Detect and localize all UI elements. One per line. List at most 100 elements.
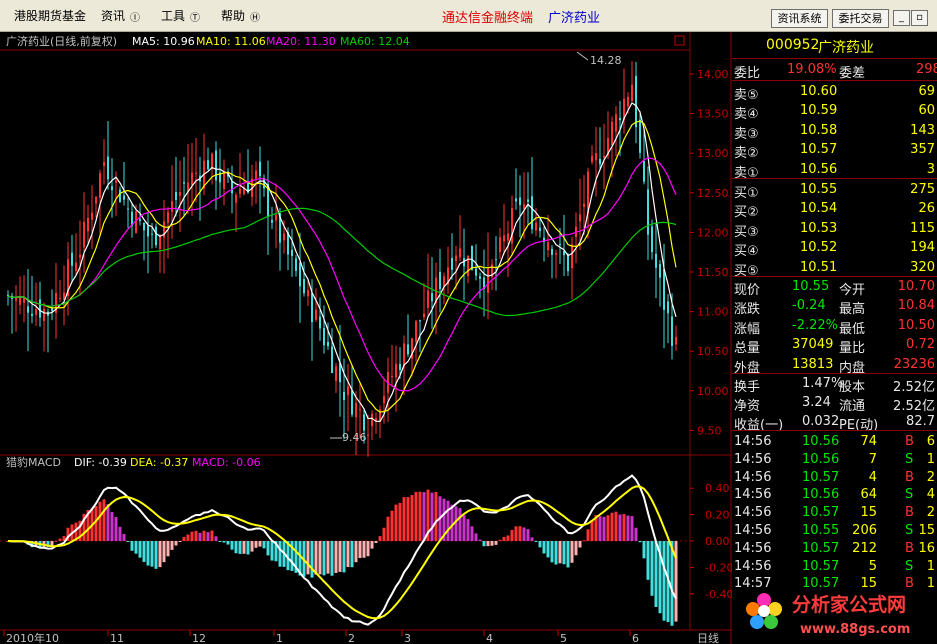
- candle-body: [403, 343, 405, 367]
- macd-tick-label: 0.20: [705, 509, 730, 522]
- macd-bar: [138, 541, 142, 558]
- candle-body: [667, 301, 669, 314]
- macd-bar: [118, 526, 122, 541]
- macd-bar: [610, 512, 614, 541]
- candle-body: [87, 217, 89, 232]
- x-axis-label: 5: [560, 632, 567, 644]
- macd-bar: [498, 539, 502, 541]
- macd-bar: [554, 541, 558, 565]
- candle-body: [407, 344, 409, 355]
- macd-bar: [238, 541, 242, 554]
- candle-body: [283, 233, 285, 241]
- bid-row: 买③ 10.53 115: [734, 220, 935, 240]
- candle-body: [503, 235, 505, 242]
- candle-body: [571, 244, 573, 269]
- price-tick-label: 10.00: [697, 385, 729, 398]
- candle-body: [455, 255, 457, 262]
- macd-tick-label: -0.20: [705, 561, 732, 574]
- kline-title: 广济药业(日线,前复权): [6, 34, 117, 48]
- candle-body: [299, 262, 301, 287]
- macd-bar: [562, 541, 566, 565]
- macd-bar: [582, 540, 586, 542]
- news-system-button[interactable]: 资讯系统: [771, 9, 828, 28]
- candle-body: [39, 299, 41, 318]
- macd-bar: [314, 541, 318, 575]
- macd-bar: [262, 541, 266, 549]
- macd-bar: [522, 527, 526, 541]
- macd-bar: [266, 541, 270, 556]
- trade-button[interactable]: 委托交易: [832, 9, 889, 28]
- macd-bar: [162, 541, 166, 563]
- restore-icon[interactable]: ▫: [911, 10, 928, 26]
- minimize-icon[interactable]: _: [893, 10, 910, 26]
- macd-bar: [410, 495, 414, 541]
- candle-body: [303, 279, 305, 294]
- period-label[interactable]: 日线: [697, 631, 719, 644]
- macd-bar: [494, 541, 498, 545]
- bid-row: 买① 10.55 275: [734, 182, 935, 201]
- candle-body: [531, 196, 533, 230]
- candle-body: [391, 375, 393, 377]
- candle-body: [651, 226, 653, 253]
- candle-body: [307, 289, 309, 297]
- macd-bar: [502, 536, 506, 541]
- macd-bar: [98, 501, 102, 541]
- x-axis-label: 6: [632, 632, 639, 644]
- candle-body: [539, 227, 541, 231]
- macd-bar: [470, 526, 474, 541]
- candle-body: [335, 366, 337, 381]
- candle-body: [351, 390, 353, 415]
- macd-bar: [574, 541, 578, 556]
- price-tick-label: 12.50: [697, 187, 729, 200]
- candle-body: [647, 189, 649, 235]
- macd-bar: [654, 541, 658, 607]
- macd-bar: [270, 541, 274, 561]
- macd-bar: [622, 514, 626, 541]
- candle-body: [443, 276, 445, 287]
- candle-body: [311, 292, 313, 323]
- ask-row: 卖⑤ 10.60 69: [734, 84, 935, 103]
- macd-bar: [338, 541, 342, 572]
- candle-body: [603, 155, 605, 158]
- macd-bar: [646, 541, 650, 580]
- macd-bar: [530, 537, 534, 541]
- macd-bar: [630, 516, 634, 541]
- candle-body: [675, 337, 677, 345]
- tick-row: 14:56 10.57 15 B 2: [734, 505, 935, 521]
- macd-bar: [510, 529, 514, 541]
- candle-body: [295, 258, 297, 271]
- macd-bar: [346, 541, 350, 568]
- candle-body: [547, 242, 549, 250]
- watermark-logo: 分析家公式网 www.88gs.com: [736, 583, 937, 644]
- candle-body: [551, 248, 553, 255]
- candle-body: [599, 158, 601, 165]
- candle-body: [127, 208, 129, 210]
- macd-bar: [390, 510, 394, 541]
- candle-body: [79, 254, 81, 258]
- candle-body: [123, 195, 125, 200]
- candle-body: [43, 308, 45, 321]
- candle-body: [271, 219, 273, 223]
- candle-body: [659, 263, 661, 278]
- candle-body: [331, 346, 333, 373]
- macd-bar: [598, 516, 602, 541]
- macd-bar: [462, 515, 466, 541]
- macd-bar: [250, 541, 254, 552]
- candle-body: [223, 173, 225, 189]
- macd-bar: [246, 541, 250, 555]
- macd-bar: [134, 541, 138, 554]
- dea-legend: DEA: -0.37: [130, 456, 188, 469]
- macd-bar: [130, 541, 134, 551]
- candle-body: [143, 222, 145, 231]
- macd-bar: [226, 541, 230, 545]
- macd-bar: [586, 529, 590, 541]
- macd-bar: [506, 535, 510, 541]
- tick-row: 14:56 10.55 206 S 15: [734, 523, 935, 538]
- macd-bar: [430, 492, 434, 541]
- candle-body: [479, 276, 481, 279]
- candle-body: [431, 293, 433, 302]
- macd-bar: [526, 529, 530, 541]
- stat-row: 总量 37049 量比 0.72: [734, 337, 935, 357]
- candle-body: [475, 268, 477, 276]
- price-tick-label: 14.00: [697, 68, 729, 81]
